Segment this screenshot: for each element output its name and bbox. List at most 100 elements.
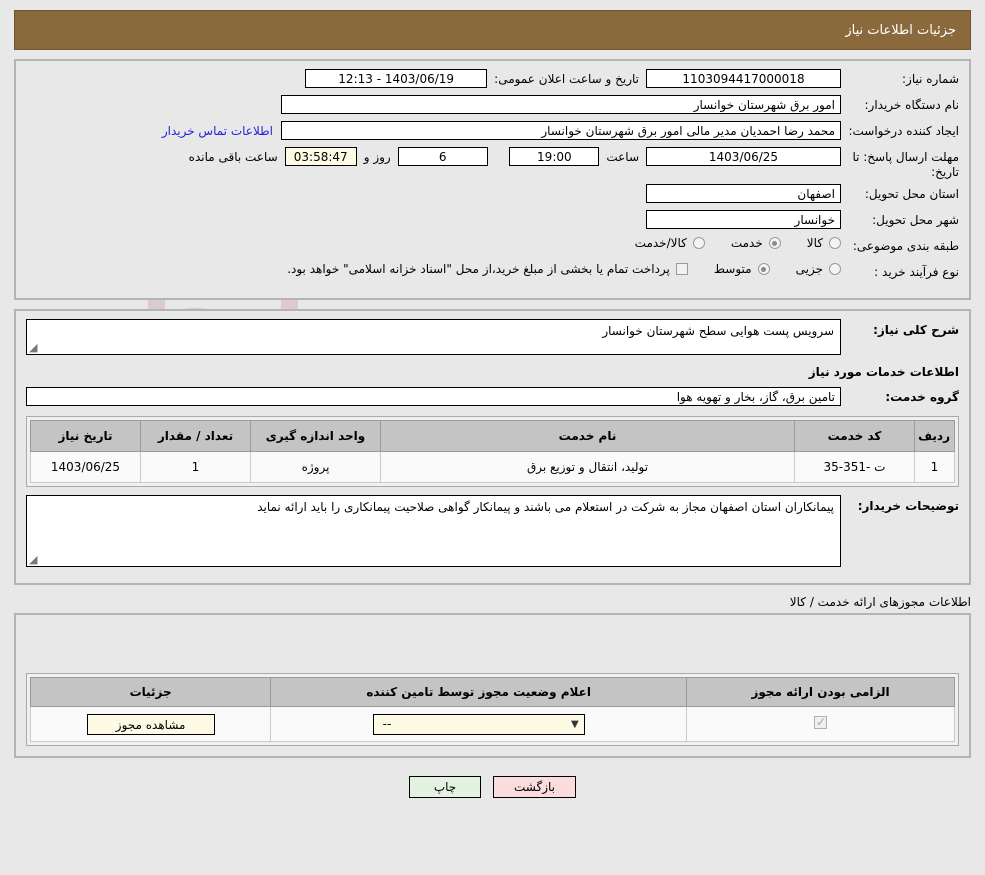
hour-label: ساعت [606, 149, 639, 164]
field-row-category: طبقه بندی موضوعی: کالا خدمت کالا/خدمت [26, 236, 959, 258]
permit-status-value: -- [382, 716, 392, 731]
service-group-label: گروه خدمت: [885, 389, 959, 404]
radio-icon-motavaset[interactable] [757, 263, 770, 275]
radio-icon-jozi[interactable] [829, 263, 841, 275]
province-field[interactable]: اصفهان [646, 184, 841, 203]
services-col-quantity: تعداد / مقدار [140, 420, 251, 452]
category-option-kala-khedmat-label: کالا/خدمت [634, 236, 687, 250]
services-cell-name: تولید، انتقال و توزیع برق [380, 451, 795, 483]
category-option-kala[interactable]: کالا [807, 236, 841, 250]
buyer-org-label: نام دستگاه خریدار: [864, 98, 960, 112]
category-option-khedmat[interactable]: خدمت [731, 236, 781, 250]
need-number-field[interactable]: 1103094417000018 [646, 69, 841, 88]
permits-table: الزامی بودن ارائه مجوز اعلام وضعیت مجوز … [29, 677, 955, 742]
services-table-wrapper: ردیف کد خدمت نام خدمت واحد اندازه گیری ت… [26, 416, 959, 487]
category-option-kala-khedmat[interactable]: کالا/خدمت [635, 236, 705, 250]
creator-field[interactable]: محمد رضا احمدیان مدیر مالی امور برق شهرس… [281, 121, 841, 140]
remaining-days-field[interactable]: 6 [397, 147, 488, 166]
table-row: 1 ت -351-35 تولید، انتقال و توزیع برق پر… [30, 451, 955, 483]
buyer-contact-link[interactable]: اطلاعات تماس خریدار [162, 124, 281, 138]
table-row: ▼ -- مشاهده مجوز [29, 706, 955, 742]
page-header-bar: جزئیات اطلاعات نیاز [14, 10, 971, 50]
treasury-note-text: پرداخت تمام یا بخشی از مبلغ خرید،از محل … [287, 262, 670, 276]
process-type-label: نوع فرآیند خرید : [874, 265, 959, 279]
field-row-buyer-org: نام دستگاه خریدار: امور برق شهرستان خوان… [26, 95, 959, 117]
radio-icon-khedmat[interactable] [768, 237, 781, 249]
services-cell-row: 1 [914, 451, 955, 483]
view-permit-button[interactable]: مشاهده مجوز [86, 713, 215, 735]
permits-col-required: الزامی بودن ارائه مجوز [686, 677, 955, 707]
radio-icon-kala[interactable] [829, 237, 841, 249]
permit-status-dropdown[interactable]: ▼ -- [372, 713, 585, 735]
radio-icon-kala-khedmat[interactable] [692, 237, 705, 249]
category-label: طبقه بندی موضوعی: [852, 239, 959, 253]
countdown-timer: 03:58:47 [284, 147, 357, 166]
permits-table-header-row: الزامی بودن ارائه مجوز اعلام وضعیت مجوز … [29, 677, 955, 707]
services-cell-code: ت -351-35 [794, 451, 915, 483]
process-option-motavaset[interactable]: متوسط [714, 262, 770, 276]
permits-col-status: اعلام وضعیت مجوز توسط تامین کننده [270, 677, 688, 707]
buyer-notes-value: پیمانکاران استان اصفهان مجاز به شرکت در … [257, 500, 834, 514]
resize-grip-icon[interactable]: ◣ [29, 341, 39, 354]
deadline-time-field[interactable]: 19:00 [509, 147, 600, 166]
buyer-notes-row: توضیحات خریدار: پیمانکاران استان اصفهان … [26, 495, 959, 567]
field-row-city: شهر محل تحویل: خوانسار [26, 210, 959, 232]
city-field[interactable]: خوانسار [646, 210, 841, 229]
process-option-jozi-label: جزیی [795, 262, 823, 276]
permits-cell-required [686, 706, 955, 742]
checkbox-icon-treasury[interactable] [675, 263, 688, 275]
services-col-unit: واحد اندازه گیری [250, 420, 381, 452]
permits-panel: الزامی بودن ارائه مجوز اعلام وضعیت مجوز … [14, 613, 971, 758]
general-description-label: شرح کلی نیاز: [873, 323, 959, 337]
general-description-value: سرویس پست هوایی سطح شهرستان خوانسار [602, 324, 834, 338]
process-option-jozi[interactable]: جزیی [796, 262, 841, 276]
process-radio-group: جزیی متوسط پرداخت تمام یا بخشی از مبلغ خ… [261, 262, 841, 276]
creator-label: ایجاد کننده درخواست: [848, 124, 959, 138]
buyer-org-field[interactable]: امور برق شهرستان خوانسار [281, 95, 841, 114]
back-button[interactable]: بازگشت [493, 776, 576, 798]
service-group-row: گروه خدمت: تامین برق، گاز، بخار و تهویه … [26, 387, 959, 406]
chevron-down-icon: ▼ [570, 718, 579, 730]
services-panel: شرح کلی نیاز: سرویس پست هوایی سطح شهرستا… [14, 309, 971, 585]
services-table-header-row: ردیف کد خدمت نام خدمت واحد اندازه گیری ت… [30, 420, 955, 452]
permits-table-wrapper: الزامی بودن ارائه مجوز اعلام وضعیت مجوز … [26, 673, 959, 746]
deadline-date-field[interactable]: 1403/06/25 [646, 147, 841, 166]
field-row-creator: ایجاد کننده درخواست: محمد رضا احمدیان مد… [26, 121, 959, 143]
page-root: جزئیات اطلاعات نیاز شماره نیاز: 11030944… [0, 0, 985, 798]
service-group-field[interactable]: تامین برق، گاز، بخار و تهویه هوا [26, 387, 841, 406]
need-info-panel: شماره نیاز: 1103094417000018 تاریخ و ساع… [14, 59, 971, 300]
field-row-deadline: مهلت ارسال پاسخ: تا تاریخ: 1403/06/25 سا… [26, 147, 959, 180]
city-label: شهر محل تحویل: [872, 213, 959, 227]
services-section-title: اطلاعات خدمات مورد نیاز [808, 365, 959, 379]
footer-button-bar: بازگشت چاپ [0, 776, 985, 798]
print-button[interactable]: چاپ [409, 776, 481, 798]
deadline-label: مهلت ارسال پاسخ: تا تاریخ: [852, 150, 959, 179]
process-option-motavaset-label: متوسط [713, 262, 752, 276]
services-cell-date: 1403/06/25 [30, 451, 141, 483]
buyer-notes-textarea[interactable]: پیمانکاران استان اصفهان مجاز به شرکت در … [26, 495, 841, 567]
services-table: ردیف کد خدمت نام خدمت واحد اندازه گیری ت… [30, 420, 955, 483]
spacer-gap [488, 150, 510, 164]
general-description-textarea[interactable]: سرویس پست هوایی سطح شهرستان خوانسار ◣ [26, 319, 841, 355]
permits-cell-status: ▼ -- [270, 706, 688, 742]
services-col-name: نام خدمت [380, 420, 795, 452]
permits-col-details: جزئیات [29, 677, 272, 707]
resize-grip-icon-notes[interactable]: ◣ [29, 553, 39, 566]
buyer-notes-label: توضیحات خریدار: [857, 499, 959, 513]
treasury-note-checkbox-item[interactable]: پرداخت تمام یا بخشی از مبلغ خرید،از محل … [287, 262, 688, 276]
category-option-kala-label: کالا [806, 236, 823, 250]
services-col-code: کد خدمت [794, 420, 915, 452]
field-row-process-type: نوع فرآیند خرید : جزیی متوسط پرداخت تمام… [26, 262, 959, 284]
field-row-need-number: شماره نیاز: 1103094417000018 تاریخ و ساع… [26, 69, 959, 91]
general-description-row: شرح کلی نیاز: سرویس پست هوایی سطح شهرستا… [26, 319, 959, 355]
remaining-label: ساعت باقی مانده [188, 149, 278, 164]
permits-caption: اطلاعات مجوزهای ارائه خدمت / کالا [789, 595, 971, 609]
checkbox-icon-permit-required [814, 715, 828, 729]
public-announce-label: تاریخ و ساعت اعلان عمومی: [494, 71, 639, 86]
page-title: جزئیات اطلاعات نیاز [845, 22, 956, 38]
public-announce-field[interactable]: 1403/06/19 - 12:13 [305, 69, 488, 88]
field-row-province: استان محل تحویل: اصفهان [26, 184, 959, 206]
days-label: روز و [363, 149, 391, 164]
services-cell-quantity: 1 [140, 451, 251, 483]
services-col-date: تاریخ نیاز [30, 420, 141, 452]
